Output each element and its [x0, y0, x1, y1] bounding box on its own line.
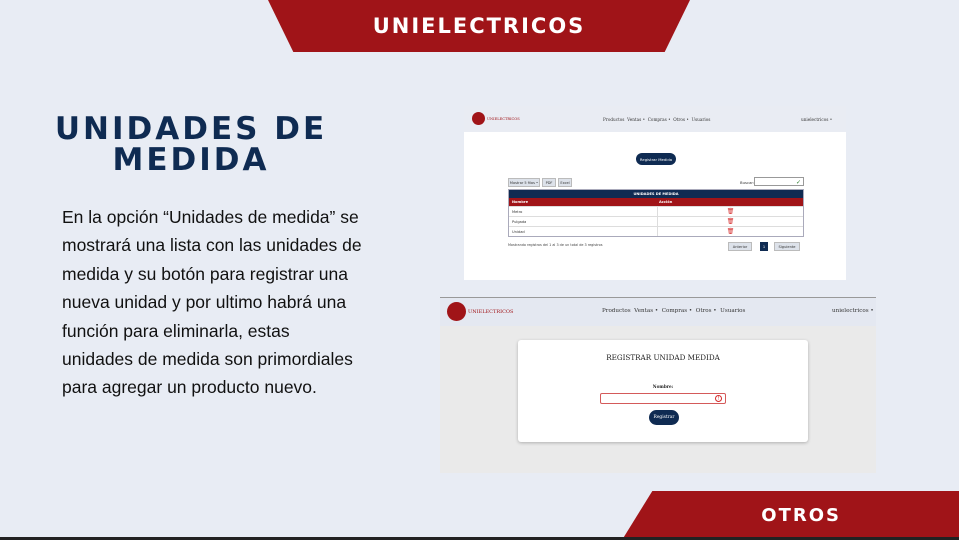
app-navbar: UNIELECTRICOS Productos Ventas • Compras… [440, 298, 876, 326]
search-label: Buscar: [740, 180, 755, 185]
app-navbar: UNIELECTRICOS Productos Ventas • Compras… [464, 106, 846, 132]
delete-action: 🗑 [657, 207, 803, 216]
nav-item-compras[interactable]: Compras • [662, 308, 693, 314]
gear-logo-icon [472, 112, 485, 125]
form-title: REGISTRAR UNIDAD MEDIDA [606, 353, 720, 362]
measures-table: UNIDADES DE MEDIDA Nombre Acción Metro 🗑… [508, 189, 804, 237]
nav-menu: Productos Ventas • Compras • Otros • Usu… [602, 308, 745, 314]
table-info: Mostrando registros del 1 al 3 de un tot… [508, 243, 603, 247]
nav-item-ventas[interactable]: Ventas • [634, 308, 658, 314]
delete-action: 🗑 [657, 217, 803, 226]
top-brand-banner: UNIELECTRICOS [268, 0, 690, 52]
row-name: Metro [512, 210, 523, 214]
search-input[interactable]: ✓ [754, 177, 804, 186]
nav-item-productos[interactable]: Productos [602, 308, 631, 314]
user-menu[interactable]: unielectricos • [832, 308, 874, 314]
error-icon: ! [715, 395, 722, 402]
register-measure-button[interactable]: Registrar Medida [636, 153, 676, 165]
page-number-button[interactable]: 1 [760, 242, 768, 251]
nav-item-productos[interactable]: Productos [603, 117, 624, 122]
submit-button[interactable]: Registrar [649, 410, 679, 425]
row-name: Pulgada [512, 220, 527, 224]
app-logo[interactable]: UNIELECTRICOS [447, 302, 513, 321]
nav-menu: Productos Ventas • Compras • Otros • Usu… [603, 117, 710, 122]
logo-text: UNIELECTRICOS [487, 116, 520, 121]
table-row: Unidad 🗑 [509, 226, 803, 236]
trash-icon[interactable]: 🗑 [727, 218, 735, 225]
table-row: Metro 🗑 [509, 206, 803, 216]
next-page-button[interactable]: Siguiente [774, 242, 800, 251]
list-screenshot: UNIELECTRICOS Productos Ventas • Compras… [464, 106, 846, 280]
prev-page-button[interactable]: Anterior [728, 242, 752, 251]
rows-per-page-button[interactable]: Mostrar 5 filas • [508, 178, 540, 187]
register-card: REGISTRAR UNIDAD MEDIDA Nombre: ! Regist… [518, 340, 808, 442]
brand-title: UNIELECTRICOS [372, 14, 586, 38]
table-header: Nombre Acción [509, 198, 803, 206]
row-name: Unidad [512, 230, 525, 234]
logo-text: UNIELECTRICOS [468, 308, 514, 315]
name-input[interactable]: ! [600, 393, 726, 404]
pdf-button[interactable]: PDF [542, 178, 556, 187]
form-screenshot: UNIELECTRICOS Productos Ventas • Compras… [440, 297, 876, 473]
nav-item-otros[interactable]: Otros • [696, 308, 717, 314]
trash-icon[interactable]: 🗑 [727, 208, 735, 215]
name-field-label: Nombre: [652, 384, 674, 389]
gear-logo-icon [447, 302, 466, 321]
trash-icon[interactable]: 🗑 [727, 228, 735, 235]
table-caption: UNIDADES DE MEDIDA [509, 190, 803, 198]
delete-action: 🗑 [657, 227, 803, 236]
check-icon: ✓ [795, 179, 801, 186]
nav-item-ventas[interactable]: Ventas • [627, 117, 645, 122]
column-header-name[interactable]: Nombre [509, 198, 656, 206]
slide-description: En la opción “Unidades de medida” se mos… [62, 207, 362, 398]
section-label: OTROS [761, 505, 841, 526]
nav-item-usuarios[interactable]: Usuarios [720, 308, 745, 314]
table-row: Pulgada 🗑 [509, 216, 803, 226]
user-menu[interactable]: unielectricos • [801, 117, 832, 122]
excel-button[interactable]: Excel [558, 178, 572, 187]
bottom-section-banner: OTROS [622, 491, 959, 540]
nav-item-compras[interactable]: Compras • [648, 117, 671, 122]
column-header-action[interactable]: Acción [656, 198, 803, 206]
nav-item-otros[interactable]: Otros • [673, 117, 689, 122]
nav-item-usuarios[interactable]: Usuarios [691, 117, 710, 122]
app-logo[interactable]: UNIELECTRICOS [472, 112, 520, 125]
slide-title: UNIDADES DE MEDIDA [54, 111, 328, 178]
